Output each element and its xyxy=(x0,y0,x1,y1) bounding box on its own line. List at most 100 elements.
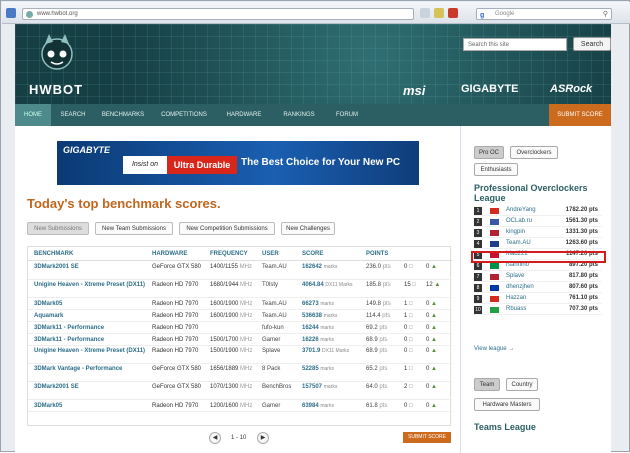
leaderboard-item[interactable]: 10 Rbuass 707.30 pts xyxy=(474,305,602,315)
row-comments[interactable]: 1 □ xyxy=(404,301,413,308)
row-benchmark[interactable]: 3DMark05 xyxy=(34,403,146,410)
leaderboard-item[interactable]: 3 kingpin 1331.30 pts xyxy=(474,228,602,238)
tab-pro-oc[interactable]: Pro OC xyxy=(474,146,504,159)
tab-team[interactable]: Team xyxy=(474,378,500,391)
row-score[interactable]: 52285 marks xyxy=(302,366,362,373)
col-hardware[interactable]: HARDWARE xyxy=(152,251,187,257)
tab-hardware-masters[interactable]: Hardware Masters xyxy=(474,398,540,411)
comment-icon[interactable]: □ xyxy=(412,282,416,288)
table-row[interactable]: 3DMark2001 SE GeForce GTX 580 1070/1300 MH… xyxy=(28,382,452,400)
row-comments[interactable]: 0 □ xyxy=(404,348,413,355)
row-user[interactable]: T0lsty xyxy=(262,282,278,289)
hwbot-mascot-icon[interactable] xyxy=(35,32,79,72)
leaderboard-item[interactable]: 2 OCLab.ru 1561.30 pts xyxy=(474,217,602,227)
row-comments[interactable]: 0 □ xyxy=(404,337,413,344)
leaderboard-item[interactable]: 1 AndreYang 1782.20 pts xyxy=(474,206,602,216)
row-benchmark[interactable]: Aquamark xyxy=(34,313,146,320)
overclocker-name[interactable]: kingpin xyxy=(506,229,525,235)
overclocker-name[interactable]: dhenzjhen xyxy=(506,284,534,290)
row-benchmark[interactable]: 3DMark11 - Performance xyxy=(34,325,146,332)
row-comments[interactable]: 1 □ xyxy=(404,366,413,373)
row-user[interactable]: Team.AU xyxy=(262,264,287,271)
leaderboard-item[interactable]: 4 Team.AU 1263.60 pts xyxy=(474,239,602,249)
row-user[interactable]: Splave xyxy=(262,348,280,355)
nav-hardware[interactable]: HARDWARE xyxy=(217,104,271,126)
thumbs-up-icon[interactable]: ▲ xyxy=(431,325,437,331)
col-points[interactable]: POINTS xyxy=(366,251,388,257)
table-row[interactable]: 3DMark05 Radeon HD 7970 1600/1900 MHz Team.… xyxy=(28,298,452,310)
table-row[interactable]: 3DMark11 - Performance Radeon HD 7970 1500… xyxy=(28,334,452,346)
col-score[interactable]: SCORE xyxy=(302,251,323,257)
comment-icon[interactable]: □ xyxy=(409,325,413,331)
row-user[interactable]: fufo-kun xyxy=(262,325,284,332)
submit-score-button[interactable]: SUBMIT SCORE xyxy=(403,432,451,443)
browser-search-input[interactable]: g Google ⚲ xyxy=(476,8,612,20)
site-search-button[interactable]: Search xyxy=(573,37,611,51)
thumbs-up-icon[interactable]: ▲ xyxy=(431,264,437,270)
nav-rankings[interactable]: RANKINGS xyxy=(273,104,325,126)
nav-home[interactable]: HOME xyxy=(15,104,51,126)
overclocker-name[interactable]: Team.AU xyxy=(506,240,531,246)
table-row[interactable]: 3DMark11 - Performance Radeon HD 7970 fuf… xyxy=(28,322,452,334)
sponsor-asrock[interactable]: ASRock xyxy=(550,83,592,95)
thumbs-up-icon[interactable]: ▲ xyxy=(431,313,437,319)
row-likes[interactable]: 12 ▲ xyxy=(426,282,440,289)
overclocker-name[interactable]: OCLab.ru xyxy=(506,218,532,224)
comment-icon[interactable]: □ xyxy=(409,348,413,354)
refresh-icon[interactable] xyxy=(434,8,444,18)
row-score[interactable]: 157507 marks xyxy=(302,384,362,391)
row-likes[interactable]: 0 ▲ xyxy=(426,313,437,320)
comment-icon[interactable]: □ xyxy=(409,264,413,270)
address-bar[interactable]: www.hwbot.org xyxy=(22,8,414,20)
row-likes[interactable]: 0 ▲ xyxy=(426,403,437,410)
row-score[interactable]: 536638 marks xyxy=(302,313,362,320)
comment-icon[interactable]: □ xyxy=(409,366,413,372)
row-comments[interactable]: 1 □ xyxy=(404,313,413,320)
comment-icon[interactable]: □ xyxy=(409,337,413,343)
row-score[interactable]: 3701.9 DX11 Marks xyxy=(302,348,362,355)
next-page-button[interactable]: ▶ xyxy=(257,432,269,444)
row-user[interactable]: Team.AU xyxy=(262,313,287,320)
row-score[interactable]: 162642 marks xyxy=(302,264,362,271)
tab-country[interactable]: Country xyxy=(506,378,538,391)
row-user[interactable]: Team.AU xyxy=(262,301,287,308)
row-user[interactable]: BenchBros xyxy=(262,384,291,391)
view-league-link[interactable]: View league → xyxy=(474,346,514,352)
row-likes[interactable]: 0 ▲ xyxy=(426,337,437,344)
thumbs-up-icon[interactable]: ▲ xyxy=(431,403,437,409)
row-comments[interactable]: 2 □ xyxy=(404,384,413,391)
row-likes[interactable]: 0 ▲ xyxy=(426,264,437,271)
col-user[interactable]: USER xyxy=(262,251,279,257)
row-benchmark[interactable]: Unigine Heaven - Xtreme Preset (DX11) xyxy=(34,348,146,355)
row-benchmark[interactable]: 3DMark Vantage - Performance xyxy=(34,366,146,373)
row-likes[interactable]: 0 ▲ xyxy=(426,366,437,373)
row-user[interactable]: Gamer xyxy=(262,337,280,344)
thumbs-up-icon[interactable]: ▲ xyxy=(431,384,437,390)
col-benchmark[interactable]: BENCHMARK xyxy=(34,251,73,257)
tab-new-competition-submissions[interactable]: New Competition Submissions xyxy=(179,222,275,235)
row-comments[interactable]: 0 □ xyxy=(404,264,413,271)
magnifier-icon[interactable]: ⚲ xyxy=(603,9,608,20)
row-likes[interactable]: 0 ▲ xyxy=(426,384,437,391)
thumbs-up-icon[interactable]: ▲ xyxy=(431,348,437,354)
table-row[interactable]: Aquamark Radeon HD 7970 1600/1900 MHz Team.… xyxy=(28,310,452,322)
comment-icon[interactable]: □ xyxy=(409,384,413,390)
table-row[interactable]: Unigine Heaven - Xtreme Preset (DX11) Rad… xyxy=(28,280,452,298)
nav-submit-score-button[interactable]: SUBMIT SCORE xyxy=(549,104,611,126)
row-comments[interactable]: 0 □ xyxy=(404,403,413,410)
tab-new-submissions[interactable]: New Submissions xyxy=(27,222,89,235)
overclocker-name[interactable]: AndreYang xyxy=(506,207,536,213)
table-row[interactable]: 3DMark05 Radeon HD 7970 1200/1600 MHz Gamer… xyxy=(28,400,452,412)
sponsor-gigabyte[interactable]: GIGABYTE xyxy=(461,83,518,95)
table-row[interactable]: 3DMark Vantage - Performance GeForce GTX … xyxy=(28,364,452,382)
row-benchmark[interactable]: 3DMark2001 SE xyxy=(34,384,146,391)
table-row[interactable]: Unigine Heaven - Xtreme Preset (DX11) Rad… xyxy=(28,346,452,364)
stop-icon[interactable] xyxy=(448,8,458,18)
dropdown-icon[interactable] xyxy=(420,8,430,18)
leaderboard-item[interactable]: 9 Hazzan 761.10 pts xyxy=(474,294,602,304)
overclocker-name[interactable]: Rbuass xyxy=(506,306,526,312)
thumbs-up-icon[interactable]: ▲ xyxy=(431,337,437,343)
row-benchmark[interactable]: Unigine Heaven - Xtreme Preset (DX11) xyxy=(34,282,146,289)
row-score[interactable]: 66273 marks xyxy=(302,301,362,308)
row-likes[interactable]: 0 ▲ xyxy=(426,301,437,308)
